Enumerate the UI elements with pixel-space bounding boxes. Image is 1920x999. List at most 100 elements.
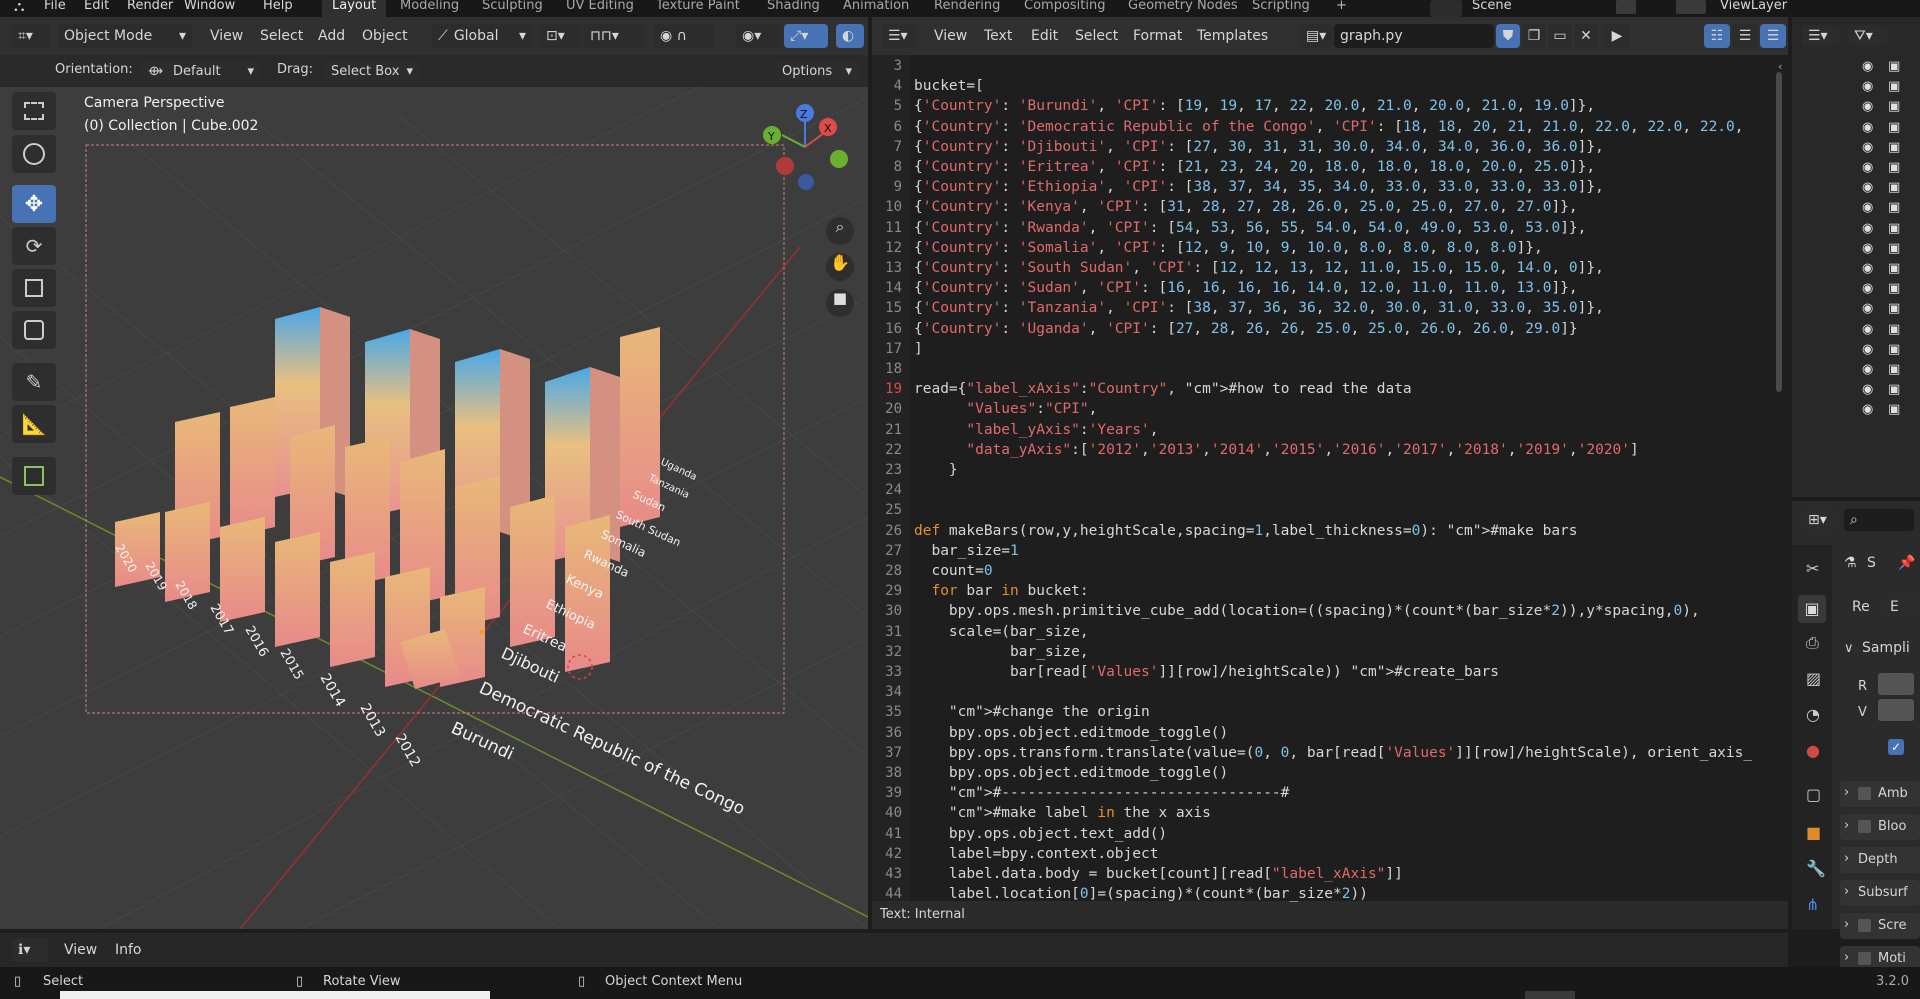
run-script-icon[interactable]: ▶: [1604, 24, 1630, 48]
properties-panel-subsurf[interactable]: › Subsurf: [1840, 880, 1920, 906]
select-box-tool[interactable]: [12, 92, 56, 130]
pivot-dropdown[interactable]: ⊡▾: [540, 24, 580, 48]
open-folder-icon[interactable]: ▭: [1548, 24, 1572, 48]
tab-uv-editing[interactable]: UV Editing: [566, 0, 634, 13]
transform-tool[interactable]: [12, 311, 56, 349]
visibility-eye-icon[interactable]: ◉: [1862, 241, 1873, 256]
render-camera-icon[interactable]: ▣: [1888, 261, 1900, 276]
visibility-eye-icon[interactable]: ◉: [1862, 160, 1873, 175]
pan-hand-icon[interactable]: ✋: [826, 253, 854, 281]
tab-compositing[interactable]: Compositing: [1024, 0, 1106, 13]
scene-selector-icon[interactable]: [1430, 0, 1462, 17]
visibility-eye-icon[interactable]: ◉: [1862, 140, 1873, 155]
overlay-toggle[interactable]: ◐: [836, 24, 864, 48]
menu-help[interactable]: Help: [263, 0, 293, 13]
render-camera-icon[interactable]: ▣: [1888, 301, 1900, 316]
viewport-samples-field[interactable]: [1878, 699, 1914, 721]
tab-modeling[interactable]: Modeling: [400, 0, 459, 13]
tab-scripting[interactable]: Scripting: [1252, 0, 1310, 13]
sidebar-toggle-icon[interactable]: ‹: [1778, 60, 1782, 73]
render-camera-icon[interactable]: ▣: [1888, 342, 1900, 357]
outliner-display-mode-button[interactable]: ☰▾: [1802, 25, 1840, 47]
render-camera-icon[interactable]: ▣: [1888, 241, 1900, 256]
scene-name[interactable]: Scene: [1472, 0, 1512, 13]
drag-dropdown[interactable]: Select Box ▾: [325, 60, 419, 82]
scale-tool[interactable]: [12, 269, 56, 307]
cursor-tool[interactable]: [12, 135, 56, 173]
tab-texture-paint[interactable]: Texture Paint: [656, 0, 740, 13]
visibility-eye-icon[interactable]: ◉: [1862, 99, 1873, 114]
text-menu-edit[interactable]: Edit: [1031, 28, 1058, 44]
render-camera-icon[interactable]: ▣: [1888, 221, 1900, 236]
properties-panel-amb[interactable]: › Amb: [1840, 781, 1920, 807]
properties-type-button[interactable]: ⊞▾: [1802, 509, 1838, 531]
panel-checkbox[interactable]: [1858, 820, 1871, 833]
text-editor-type-button[interactable]: ☰▾: [882, 24, 916, 48]
scene-tab-icon[interactable]: ◔: [1806, 705, 1820, 724]
mode-dropdown[interactable]: Object Mode ▾: [58, 24, 192, 48]
text-menu-view[interactable]: View: [934, 28, 967, 44]
render-engine-dropdown[interactable]: E: [1884, 596, 1920, 618]
measure-tool[interactable]: 📐: [12, 405, 56, 443]
transform-orientation-dropdown[interactable]: ⟋ Global ▾: [432, 24, 532, 48]
visibility-eye-icon[interactable]: ◉: [1862, 261, 1873, 276]
view-layer-name[interactable]: ViewLayer: [1720, 0, 1787, 13]
particles-tab-icon[interactable]: ⋔: [1806, 895, 1819, 914]
visibility-eye-icon[interactable]: ◉: [1862, 322, 1873, 337]
fake-user-shield-icon[interactable]: ⛊: [1496, 24, 1520, 48]
tab-animation[interactable]: Animation: [843, 0, 909, 13]
tool-tab-icon[interactable]: ✂: [1806, 559, 1819, 578]
text-menu-text[interactable]: Text: [984, 28, 1012, 44]
denoise-checkbox[interactable]: ✓: [1888, 739, 1904, 755]
visibility-eye-icon[interactable]: ◉: [1862, 301, 1873, 316]
menu-render[interactable]: Render: [127, 0, 173, 13]
info-editor-type-button[interactable]: ℹ▾: [12, 938, 48, 962]
visibility-eye-icon[interactable]: ◉: [1862, 402, 1873, 417]
copy-scene-icon[interactable]: [1616, 0, 1636, 14]
text-menu-templates[interactable]: Templates: [1197, 28, 1268, 44]
world-tab-icon[interactable]: ●: [1806, 741, 1820, 760]
outliner[interactable]: ☰▾ ⛛▾ ◉ ▣ ◉ ▣ ◉ ▣ ◉ ▣ ◉ ▣ ◉ ▣ ◉ ▣ ◉ ▣ ◉ ▣ ◉ ▣ ◉ ▣ ◉ ▣ ◉ ▣ ◉ ▣ ◉ ▣ ◉ ▣ ◉ ▣…: [1792, 17, 1920, 497]
visibility-eye-icon[interactable]: ◉: [1862, 342, 1873, 357]
duplicate-text-icon[interactable]: ❐: [1522, 24, 1546, 48]
add-cube-tool[interactable]: [12, 457, 56, 495]
rotate-tool[interactable]: ⟳: [12, 227, 56, 265]
visibility-dropdown[interactable]: ◉▾: [736, 24, 780, 48]
info-menu-view[interactable]: View: [64, 942, 97, 958]
render-camera-icon[interactable]: ▣: [1888, 99, 1900, 114]
outliner-filter-button[interactable]: ⛛▾: [1848, 25, 1888, 47]
word-wrap-toggle-icon[interactable]: ☰: [1732, 24, 1758, 48]
render-camera-icon[interactable]: ▣: [1888, 140, 1900, 155]
properties-panel-scre[interactable]: › Scre: [1840, 913, 1920, 939]
tab-layout[interactable]: Layout: [322, 0, 387, 17]
3d-viewport[interactable]: Burundi Democratic Republic of the Congo…: [0, 17, 868, 929]
panel-checkbox[interactable]: [1858, 919, 1871, 932]
blender-logo-icon[interactable]: ⛬: [14, 0, 25, 15]
text-scrollbar[interactable]: [1776, 72, 1782, 392]
menu-object[interactable]: Object: [362, 28, 408, 44]
visibility-eye-icon[interactable]: ◉: [1862, 59, 1873, 74]
text-filename-field[interactable]: graph.py: [1334, 24, 1494, 48]
zoom-icon[interactable]: ⌕: [826, 217, 854, 245]
menu-window[interactable]: Window: [184, 0, 235, 13]
output-tab-icon[interactable]: ⎙: [1806, 633, 1819, 653]
modifier-tab-icon[interactable]: 🔧: [1806, 859, 1826, 878]
render-camera-icon[interactable]: ▣: [1888, 59, 1900, 74]
tab-sculpting[interactable]: Sculpting: [482, 0, 543, 13]
render-samples-field[interactable]: [1878, 673, 1914, 695]
render-camera-icon[interactable]: ▣: [1888, 79, 1900, 94]
visibility-eye-icon[interactable]: ◉: [1862, 120, 1873, 135]
render-camera-icon[interactable]: ▣: [1888, 281, 1900, 296]
tab-shading[interactable]: Shading: [767, 0, 820, 13]
render-camera-icon[interactable]: ▣: [1888, 402, 1900, 417]
sampling-chevron-icon[interactable]: ∨: [1844, 641, 1854, 656]
properties-search[interactable]: ⌕: [1844, 509, 1914, 531]
visibility-eye-icon[interactable]: ◉: [1862, 79, 1873, 94]
tab-geometry-nodes[interactable]: Geometry Nodes: [1128, 0, 1238, 13]
options-dropdown[interactable]: Options ▾: [776, 60, 858, 82]
text-menu-format[interactable]: Format: [1133, 28, 1182, 44]
render-camera-icon[interactable]: ▣: [1888, 180, 1900, 195]
menu-edit[interactable]: Edit: [84, 0, 109, 13]
view-layer-icon[interactable]: [1676, 0, 1706, 14]
menu-add[interactable]: Add: [318, 28, 345, 44]
